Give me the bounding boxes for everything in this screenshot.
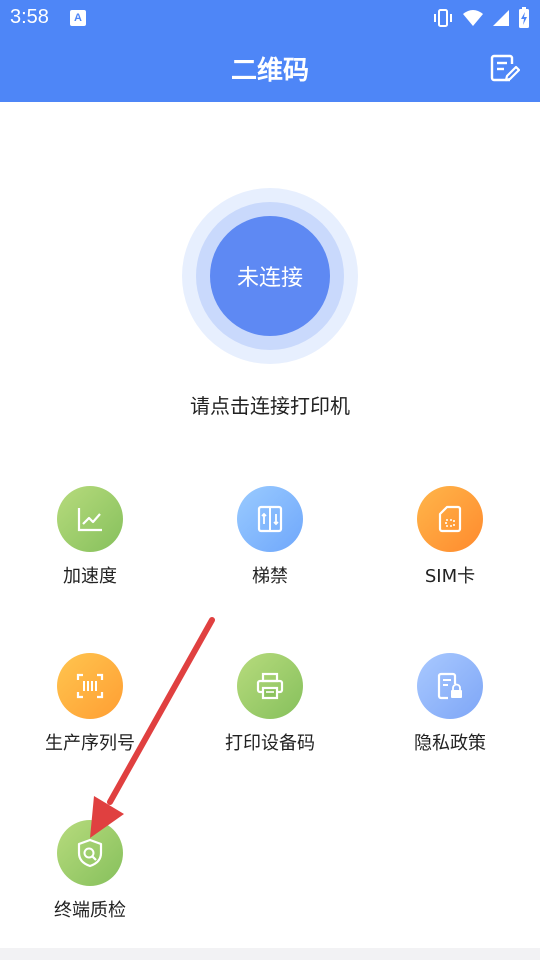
notification-a-icon: A (70, 10, 86, 26)
page-title: 二维码 (230, 56, 309, 86)
status-time: 3:58 (10, 6, 49, 28)
grid-item-sim-card[interactable]: SIM卡 (380, 486, 520, 606)
vibrate-icon (434, 9, 452, 27)
privacy-policy-icon-circle (417, 653, 483, 719)
acceleration-icon-circle (57, 486, 123, 552)
app-header: 3:58 A 二维码 (0, 0, 540, 102)
chart-line-icon (77, 508, 102, 532)
connect-hint: 请点击连接打印机 (190, 394, 350, 418)
edit-note-icon (490, 54, 521, 82)
connect-printer-button[interactable]: 未连接 (210, 216, 330, 336)
document-lock-icon (437, 672, 462, 700)
battery-icon (519, 7, 529, 28)
status-bar: 3:58 A (0, 0, 540, 36)
shield-search-icon (77, 838, 103, 868)
terminal-qc-icon-circle (57, 820, 123, 886)
barcode-scan-icon (76, 673, 104, 699)
serial-number-icon-circle (57, 653, 123, 719)
signal-icon (493, 10, 509, 26)
grid-item-label: 隐私政策 (414, 733, 486, 754)
elevator-icon-circle (237, 486, 303, 552)
printer-icon-circle (237, 653, 303, 719)
sim-card-icon-circle (417, 486, 483, 552)
grid-item-label: 生产序列号 (45, 733, 135, 754)
elevator-icon (257, 505, 283, 533)
printer-icon (256, 672, 284, 700)
status-icons (432, 6, 530, 30)
grid-item-terminal-qc[interactable]: 终端质检 (20, 820, 160, 940)
wifi-icon (463, 10, 483, 26)
grid-item-label: 梯禁 (252, 566, 288, 587)
grid-item-label: 终端质检 (54, 900, 126, 921)
grid-item-label: 打印设备码 (225, 733, 315, 754)
grid-item-label: SIM卡 (424, 566, 476, 587)
grid-item-privacy-policy[interactable]: 隐私政策 (380, 653, 520, 773)
grid-item-serial-number[interactable]: 生产序列号 (20, 653, 160, 773)
edit-button[interactable] (488, 52, 521, 84)
bottom-strip (0, 948, 540, 960)
grid-item-acceleration[interactable]: 加速度 (20, 486, 160, 606)
annotation-arrow (90, 617, 215, 838)
grid-item-elevator[interactable]: 梯禁 (200, 486, 340, 606)
sim-card-icon (438, 505, 462, 533)
grid-item-print-device-code[interactable]: 打印设备码 (200, 653, 340, 773)
grid-item-label: 加速度 (63, 566, 117, 587)
